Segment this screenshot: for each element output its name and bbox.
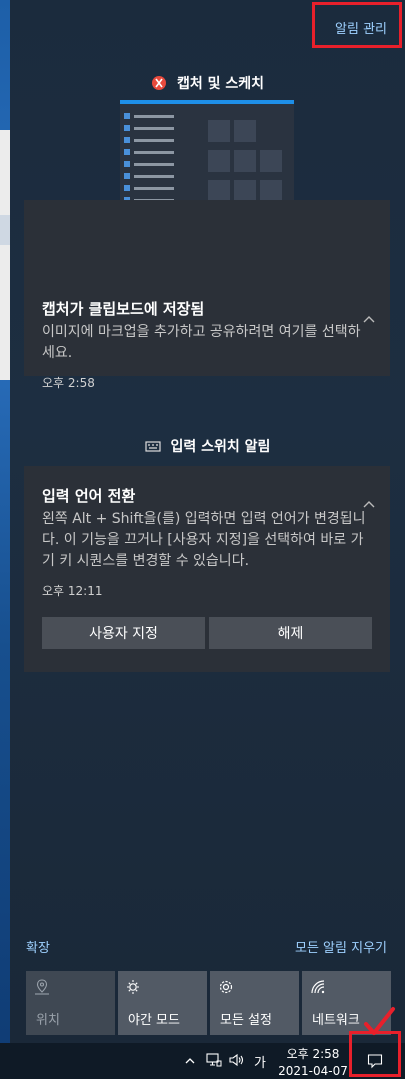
quick-action-night-light[interactable]: 야간 모드 bbox=[118, 971, 207, 1035]
notification-body: 왼쪽 Alt + Shift을(를) 입력하면 입력 언어가 변경됩니다. 이 … bbox=[42, 511, 366, 569]
snip-sketch-icon bbox=[151, 76, 166, 90]
manage-highlight-annotation bbox=[312, 2, 402, 48]
quick-action-location[interactable]: 위치 bbox=[26, 971, 115, 1035]
customize-button[interactable]: 사용자 지정 bbox=[42, 617, 205, 649]
keyboard-icon bbox=[144, 441, 161, 452]
group-title-label: 캡처 및 스케치 bbox=[176, 76, 265, 92]
location-icon bbox=[35, 979, 49, 995]
notification-time: 오후 2:58 bbox=[42, 376, 95, 390]
notification-body: 이미지에 마크업을 추가하고 공유하려면 여기를 선택하세요. bbox=[42, 324, 361, 361]
notification-time: 오후 12:11 bbox=[42, 584, 103, 598]
gear-icon bbox=[219, 980, 233, 994]
dismiss-button[interactable]: 해제 bbox=[209, 617, 372, 649]
quick-action-label: 모든 설정 bbox=[220, 1013, 272, 1028]
expand-quick-actions-link[interactable]: 확장 bbox=[26, 937, 50, 956]
checkmark-annotation-icon bbox=[364, 1007, 395, 1035]
network-icon bbox=[311, 980, 325, 994]
notification-card-input-language[interactable]: 입력 언어 전환 왼쪽 Alt + Shift을(를) 입력하면 입력 언어가 … bbox=[24, 466, 390, 672]
clock-time: 오후 2:58 bbox=[286, 1047, 340, 1061]
taskbar-clock[interactable]: 오후 2:58 2021-04-07 bbox=[278, 1046, 348, 1079]
chevron-up-icon[interactable] bbox=[362, 313, 376, 327]
background-window-element bbox=[0, 215, 10, 245]
taskbar: 가 오후 2:58 2021-04-07 bbox=[0, 1043, 405, 1079]
quick-actions-grid: 위치 야간 모드 모든 설정 네트워크 bbox=[26, 971, 392, 1035]
notification-title: 캡처가 클립보드에 저장됨 bbox=[42, 300, 205, 318]
action-center-panel: 알림 관리 캡처 및 스케치 캡처가 클립보드에 저장됨 이미지에 마크업을 추… bbox=[10, 0, 405, 1043]
volume-icon[interactable] bbox=[229, 1053, 245, 1067]
chevron-up-icon[interactable] bbox=[184, 1055, 196, 1067]
notification-card-clipboard[interactable]: 캡처가 클립보드에 저장됨 이미지에 마크업을 추가하고 공유하려면 여기를 선… bbox=[24, 200, 390, 390]
clock-date: 2021-04-07 bbox=[278, 1064, 348, 1078]
chevron-up-icon[interactable] bbox=[362, 498, 376, 512]
ime-indicator[interactable]: 가 bbox=[254, 1052, 266, 1071]
night-light-icon bbox=[127, 980, 139, 994]
quick-action-all-settings[interactable]: 모든 설정 bbox=[210, 971, 299, 1035]
notification-title: 입력 언어 전환 bbox=[42, 487, 136, 505]
group-title-label: 입력 스위치 알림 bbox=[170, 439, 271, 455]
quick-action-label: 위치 bbox=[36, 1013, 60, 1028]
group-title-input-switch: 입력 스위치 알림 bbox=[10, 436, 405, 456]
group-title-snip-sketch: 캡처 및 스케치 bbox=[10, 73, 405, 93]
network-wired-icon[interactable] bbox=[206, 1053, 222, 1067]
quick-action-label: 야간 모드 bbox=[128, 1013, 180, 1028]
clear-all-notifications-link[interactable]: 모든 알림 지우기 bbox=[295, 937, 387, 956]
quick-action-label: 네트워크 bbox=[312, 1013, 360, 1028]
